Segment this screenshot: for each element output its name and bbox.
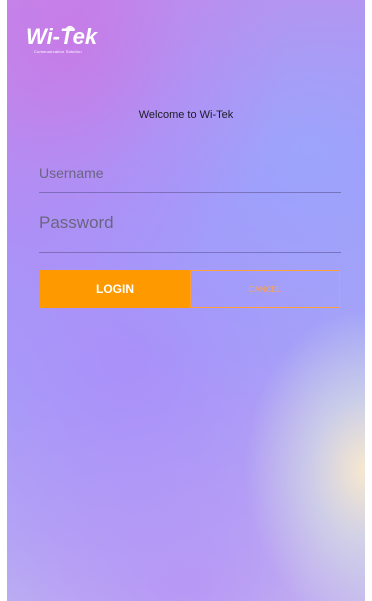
action-buttons: LOGIN CANCEL (40, 270, 340, 308)
login-button[interactable]: LOGIN (40, 270, 190, 308)
logo-wordmark: Wi-Tek (26, 24, 98, 49)
username-field (39, 160, 341, 193)
password-field (39, 207, 341, 253)
password-input[interactable] (39, 207, 341, 239)
logo-tagline: Communication Solution (34, 49, 82, 54)
welcome-heading: Welcome to Wi-Tek (138, 109, 234, 121)
cancel-button[interactable]: CANCEL (190, 270, 340, 308)
username-input[interactable] (39, 160, 341, 186)
brand-logo: Wi-Tek Communication Solution (26, 22, 116, 62)
login-screen: Wi-Tek Communication Solution Welcome to… (7, 0, 365, 601)
